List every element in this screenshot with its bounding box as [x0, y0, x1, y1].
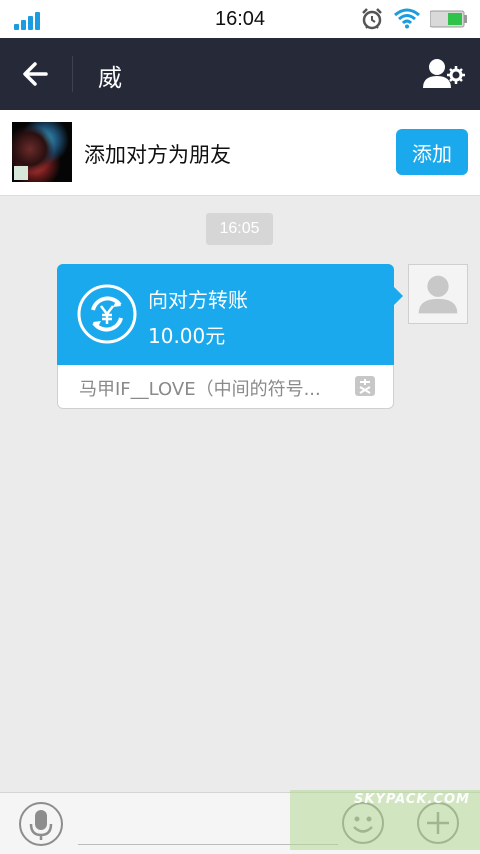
add-friend-banner: 添加对方为朋友 添加	[0, 110, 480, 196]
my-avatar[interactable]	[408, 264, 468, 324]
yuan-transfer-icon	[77, 284, 137, 344]
chat-header: 威	[0, 38, 480, 110]
transfer-amount: 10.00元	[148, 324, 226, 348]
alarm-icon	[362, 8, 382, 30]
site-watermark: SKYPACK.COM	[290, 790, 480, 850]
add-friend-prompt: 添加对方为朋友	[84, 143, 231, 167]
default-avatar-icon	[418, 275, 458, 314]
add-friend-button[interactable]: 添加	[396, 129, 468, 175]
contact-avatar[interactable]	[12, 122, 72, 182]
message-timestamp: 16:05	[206, 213, 273, 245]
transfer-label-icon	[355, 376, 375, 396]
battery-icon	[430, 10, 467, 28]
user-settings-icon[interactable]	[420, 54, 468, 94]
microphone-icon[interactable]	[19, 802, 63, 846]
back-arrow-icon[interactable]	[14, 54, 58, 94]
header-divider	[72, 56, 73, 92]
wifi-icon	[394, 8, 420, 29]
transfer-card-header: 向对方转账 10.00元	[57, 264, 394, 365]
transfer-message-card[interactable]: 向对方转账 10.00元 马甲IF__LOVE（中间的符号...	[57, 264, 394, 409]
transfer-title: 向对方转账	[148, 288, 248, 312]
watermark-text: SKYPACK.COM	[354, 792, 470, 807]
transfer-note: 马甲IF__LOVE（中间的符号...	[79, 379, 321, 400]
status-bar: 16:04	[0, 0, 480, 38]
bubble-tail	[393, 286, 403, 306]
chat-title: 威	[98, 64, 122, 92]
